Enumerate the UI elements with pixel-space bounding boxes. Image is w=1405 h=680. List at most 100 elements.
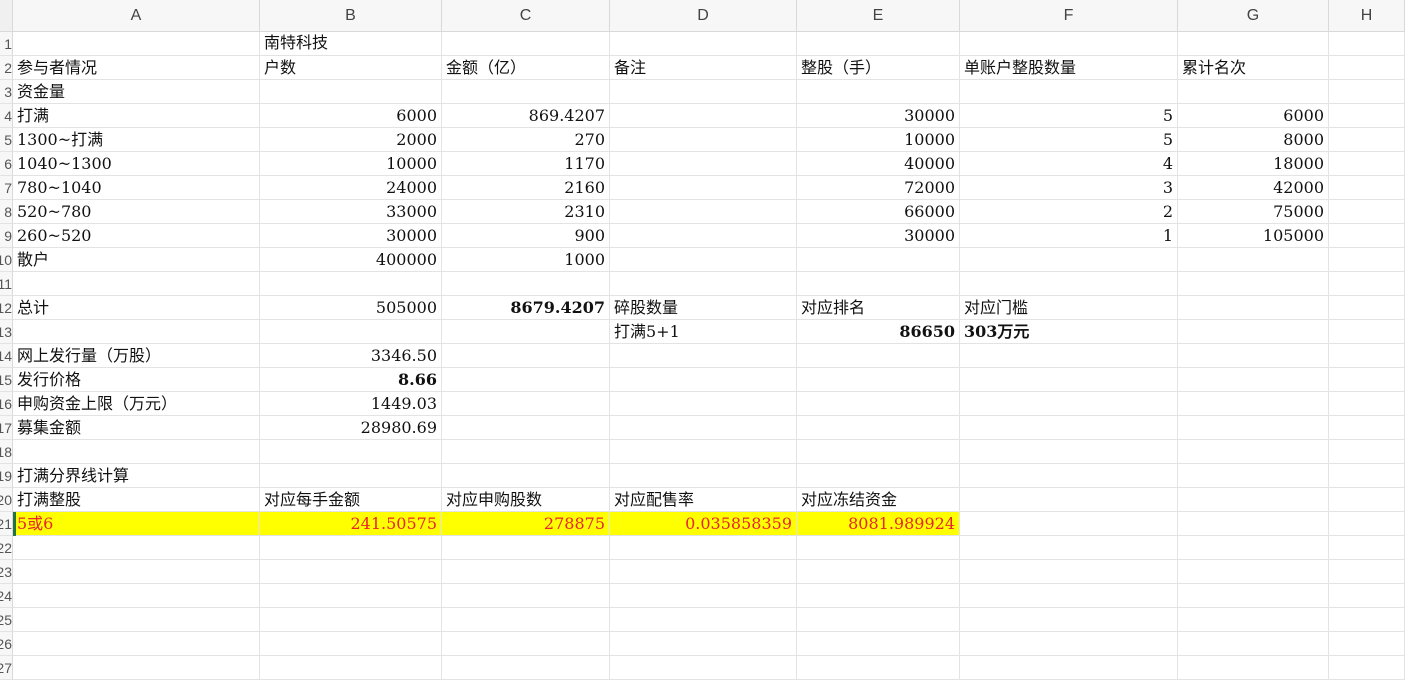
- cell-b5[interactable]: 2000: [260, 128, 442, 152]
- cell-a25[interactable]: [13, 608, 260, 632]
- cell-c21[interactable]: 278875: [442, 512, 610, 536]
- cell-e8[interactable]: 66000: [797, 200, 960, 224]
- cell-a18[interactable]: [13, 440, 260, 464]
- cell-d8[interactable]: [610, 200, 797, 224]
- column-header-a[interactable]: A: [13, 0, 260, 32]
- cell-b23[interactable]: [260, 560, 442, 584]
- column-header-d[interactable]: D: [610, 0, 797, 32]
- cell-f22[interactable]: [960, 536, 1178, 560]
- cell-f24[interactable]: [960, 584, 1178, 608]
- cell-e16[interactable]: [797, 392, 960, 416]
- cell-h13[interactable]: [1329, 320, 1405, 344]
- cell-h6[interactable]: [1329, 152, 1405, 176]
- cell-e26[interactable]: [797, 632, 960, 656]
- cell-b14[interactable]: 3346.50: [260, 344, 442, 368]
- cell-c3[interactable]: [442, 80, 610, 104]
- cell-c8[interactable]: 2310: [442, 200, 610, 224]
- cell-b26[interactable]: [260, 632, 442, 656]
- cell-f9[interactable]: 1: [960, 224, 1178, 248]
- cell-d14[interactable]: [610, 344, 797, 368]
- cell-b8[interactable]: 33000: [260, 200, 442, 224]
- row-header[interactable]: 10: [0, 248, 13, 272]
- cell-a17[interactable]: 募集金额: [13, 416, 260, 440]
- row-header[interactable]: 8: [0, 200, 13, 224]
- cell-b10[interactable]: 400000: [260, 248, 442, 272]
- cell-b4[interactable]: 6000: [260, 104, 442, 128]
- cell-g1[interactable]: [1178, 32, 1329, 56]
- cell-e4[interactable]: 30000: [797, 104, 960, 128]
- cell-h24[interactable]: [1329, 584, 1405, 608]
- cell-a23[interactable]: [13, 560, 260, 584]
- cell-e21[interactable]: 8081.989924: [797, 512, 960, 536]
- cell-b21[interactable]: 241.50575: [260, 512, 442, 536]
- cell-b1[interactable]: 南特科技: [260, 32, 442, 56]
- row-header[interactable]: 15: [0, 368, 13, 392]
- cell-c14[interactable]: [442, 344, 610, 368]
- cell-c23[interactable]: [442, 560, 610, 584]
- cell-h16[interactable]: [1329, 392, 1405, 416]
- cell-g20[interactable]: [1178, 488, 1329, 512]
- cell-d11[interactable]: [610, 272, 797, 296]
- cell-c25[interactable]: [442, 608, 610, 632]
- cell-d13[interactable]: 打满5+1: [610, 320, 797, 344]
- cell-a22[interactable]: [13, 536, 260, 560]
- cell-e11[interactable]: [797, 272, 960, 296]
- cell-b11[interactable]: [260, 272, 442, 296]
- cell-b22[interactable]: [260, 536, 442, 560]
- cell-h7[interactable]: [1329, 176, 1405, 200]
- row-header[interactable]: 7: [0, 176, 13, 200]
- cell-h8[interactable]: [1329, 200, 1405, 224]
- cell-h2[interactable]: [1329, 56, 1405, 80]
- cell-g22[interactable]: [1178, 536, 1329, 560]
- cell-a21[interactable]: 5或6: [13, 512, 260, 536]
- spreadsheet-grid[interactable]: A B C D E F G H 1 2 3 4 5 6 7 8 9 10 11 …: [0, 0, 1405, 680]
- cell-g9[interactable]: 105000: [1178, 224, 1329, 248]
- cell-c5[interactable]: 270: [442, 128, 610, 152]
- cell-g10[interactable]: [1178, 248, 1329, 272]
- cell-a26[interactable]: [13, 632, 260, 656]
- cell-h26[interactable]: [1329, 632, 1405, 656]
- cell-f14[interactable]: [960, 344, 1178, 368]
- row-header[interactable]: 26: [0, 632, 13, 656]
- cell-d7[interactable]: [610, 176, 797, 200]
- cell-b15[interactable]: 8.66: [260, 368, 442, 392]
- cell-h11[interactable]: [1329, 272, 1405, 296]
- cell-d17[interactable]: [610, 416, 797, 440]
- cell-d10[interactable]: [610, 248, 797, 272]
- cell-c15[interactable]: [442, 368, 610, 392]
- cell-f21[interactable]: [960, 512, 1178, 536]
- cell-f7[interactable]: 3: [960, 176, 1178, 200]
- cell-c20[interactable]: 对应申购股数: [442, 488, 610, 512]
- column-header-g[interactable]: G: [1178, 0, 1329, 32]
- cell-e10[interactable]: [797, 248, 960, 272]
- cell-a7[interactable]: 780~1040: [13, 176, 260, 200]
- cell-b13[interactable]: [260, 320, 442, 344]
- cell-h14[interactable]: [1329, 344, 1405, 368]
- cell-e1[interactable]: [797, 32, 960, 56]
- cell-c16[interactable]: [442, 392, 610, 416]
- cell-a12[interactable]: 总计: [13, 296, 260, 320]
- cell-b19[interactable]: [260, 464, 442, 488]
- cell-c24[interactable]: [442, 584, 610, 608]
- cell-f23[interactable]: [960, 560, 1178, 584]
- cell-a6[interactable]: 1040~1300: [13, 152, 260, 176]
- row-header[interactable]: 21: [0, 512, 13, 536]
- cell-d5[interactable]: [610, 128, 797, 152]
- cell-h1[interactable]: [1329, 32, 1405, 56]
- row-header[interactable]: 25: [0, 608, 13, 632]
- cell-f1[interactable]: [960, 32, 1178, 56]
- cell-g26[interactable]: [1178, 632, 1329, 656]
- cell-g5[interactable]: 8000: [1178, 128, 1329, 152]
- cell-e20[interactable]: 对应冻结资金: [797, 488, 960, 512]
- cell-g15[interactable]: [1178, 368, 1329, 392]
- cell-c26[interactable]: [442, 632, 610, 656]
- cell-f13[interactable]: 303万元: [960, 320, 1178, 344]
- cell-c2[interactable]: 金额（亿）: [442, 56, 610, 80]
- cell-h17[interactable]: [1329, 416, 1405, 440]
- cell-f20[interactable]: [960, 488, 1178, 512]
- cell-f10[interactable]: [960, 248, 1178, 272]
- cell-h4[interactable]: [1329, 104, 1405, 128]
- row-header[interactable]: 16: [0, 392, 13, 416]
- row-header[interactable]: 11: [0, 272, 13, 296]
- cell-e19[interactable]: [797, 464, 960, 488]
